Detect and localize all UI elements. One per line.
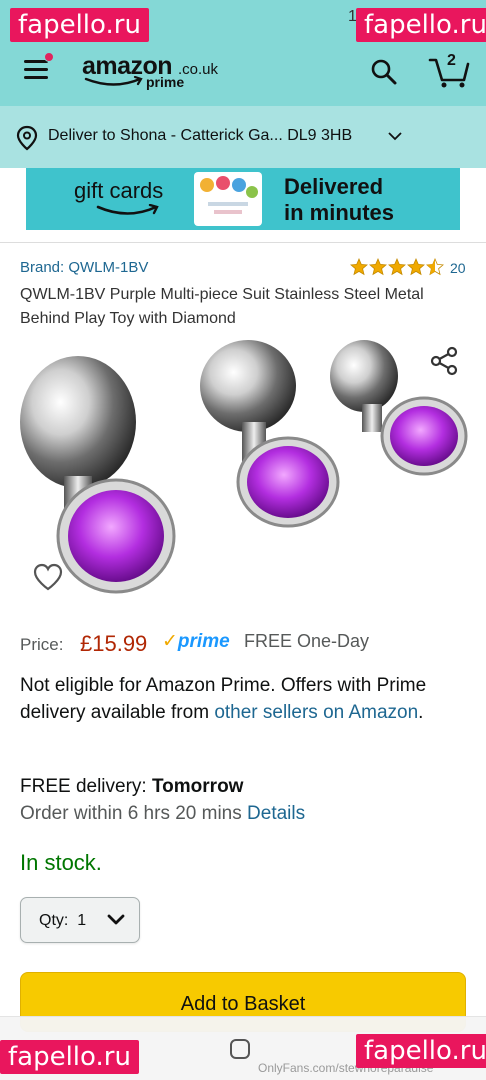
prime-label: prime bbox=[177, 631, 230, 652]
amazon-logo[interactable]: amazon .co.uk prime bbox=[82, 52, 232, 92]
qty-value: 1 bbox=[77, 912, 87, 929]
smile-icon bbox=[84, 76, 143, 86]
banner-delivered-text: Delivered in minutes bbox=[284, 174, 394, 226]
watermark: fapello.ru bbox=[356, 8, 486, 42]
price-row: Price: £15.99 ✓prime FREE One-Day bbox=[20, 628, 480, 658]
delivery-day: Tomorrow bbox=[151, 776, 244, 797]
chevron-down-icon bbox=[107, 914, 125, 925]
deliver-to-bar[interactable]: Deliver to Shona - Catterick Ga... DL9 3… bbox=[0, 106, 486, 168]
prime-check-icon: ✓ bbox=[162, 631, 178, 652]
order-within-text: Order within 6 hrs 20 mins bbox=[20, 803, 248, 824]
order-within: Order within 6 hrs 20 mins Details bbox=[20, 803, 305, 825]
share-icon bbox=[430, 346, 458, 376]
large-plug bbox=[20, 356, 176, 594]
notification-dot bbox=[44, 52, 54, 62]
menu-icon-bar bbox=[24, 68, 48, 71]
smile-icon bbox=[96, 204, 159, 215]
deliver-address: Deliver to Shona - Catterick Ga... DL9 3… bbox=[48, 127, 353, 144]
watermark: fapello.ru bbox=[0, 1040, 139, 1074]
cart-button[interactable]: 2 bbox=[428, 52, 470, 88]
app-header: amazon .co.uk prime 2 bbox=[0, 36, 486, 106]
free-delivery: FREE delivery: Tomorrow bbox=[20, 776, 243, 798]
star-rating bbox=[350, 258, 444, 275]
banner-line-1: Delivered bbox=[284, 174, 384, 199]
star-icon bbox=[407, 258, 425, 275]
search-button[interactable] bbox=[370, 58, 398, 86]
eligibility-text: Not eligible for Amazon Prime. Offers wi… bbox=[20, 672, 472, 726]
star-icon bbox=[388, 258, 406, 275]
wishlist-button[interactable] bbox=[32, 562, 64, 592]
medium-plug bbox=[200, 340, 340, 528]
logo-prime: prime bbox=[146, 74, 185, 90]
other-sellers-link[interactable]: other sellers on Amazon bbox=[214, 702, 418, 723]
star-icon bbox=[426, 258, 444, 275]
menu-button[interactable] bbox=[24, 52, 54, 82]
banner-line-2: in minutes bbox=[284, 200, 395, 225]
location-pin-icon bbox=[16, 125, 38, 151]
home-icon[interactable] bbox=[230, 1039, 250, 1059]
banner-gift-text: gift cards bbox=[74, 178, 164, 203]
review-count: 20 bbox=[450, 260, 466, 276]
share-button[interactable] bbox=[430, 346, 460, 376]
details-link[interactable]: Details bbox=[247, 803, 305, 824]
menu-icon-bar bbox=[24, 76, 48, 79]
stock-status: In stock. bbox=[20, 850, 102, 875]
watermark: fapello.ru bbox=[356, 1034, 486, 1068]
divider bbox=[0, 242, 486, 243]
chevron-down-icon bbox=[388, 132, 402, 141]
star-icon bbox=[350, 258, 368, 275]
price-value: £15.99 bbox=[80, 631, 148, 656]
gift-card-banner[interactable]: gift cards Delivered in minutes bbox=[26, 168, 460, 230]
free-delivery-prefix: FREE delivery: bbox=[20, 776, 152, 797]
price-label: Price: bbox=[20, 635, 64, 654]
product-image[interactable] bbox=[16, 340, 470, 598]
qty-label-text: Qty: bbox=[39, 912, 69, 929]
free-one-day: FREE One-Day bbox=[244, 631, 370, 651]
rating[interactable]: 20 bbox=[350, 258, 470, 278]
watermark: fapello.ru bbox=[10, 8, 149, 42]
prime-badge: ✓prime bbox=[162, 630, 230, 653]
product-title: QWLM-1BV Purple Multi-piece Suit Stainle… bbox=[20, 286, 424, 327]
eligibility-tail: . bbox=[418, 702, 424, 723]
quantity-label: Qty: 1 bbox=[39, 912, 86, 930]
brand-link[interactable]: Brand: QWLM-1BV bbox=[20, 259, 148, 276]
add-to-basket-label: Add to Basket bbox=[180, 993, 306, 1015]
quantity-select[interactable]: Qty: 1 bbox=[20, 897, 140, 943]
heart-icon bbox=[33, 563, 63, 591]
gift-card-image bbox=[194, 172, 262, 226]
star-icon bbox=[369, 258, 387, 275]
search-icon bbox=[371, 59, 397, 85]
cart-count: 2 bbox=[447, 52, 456, 69]
